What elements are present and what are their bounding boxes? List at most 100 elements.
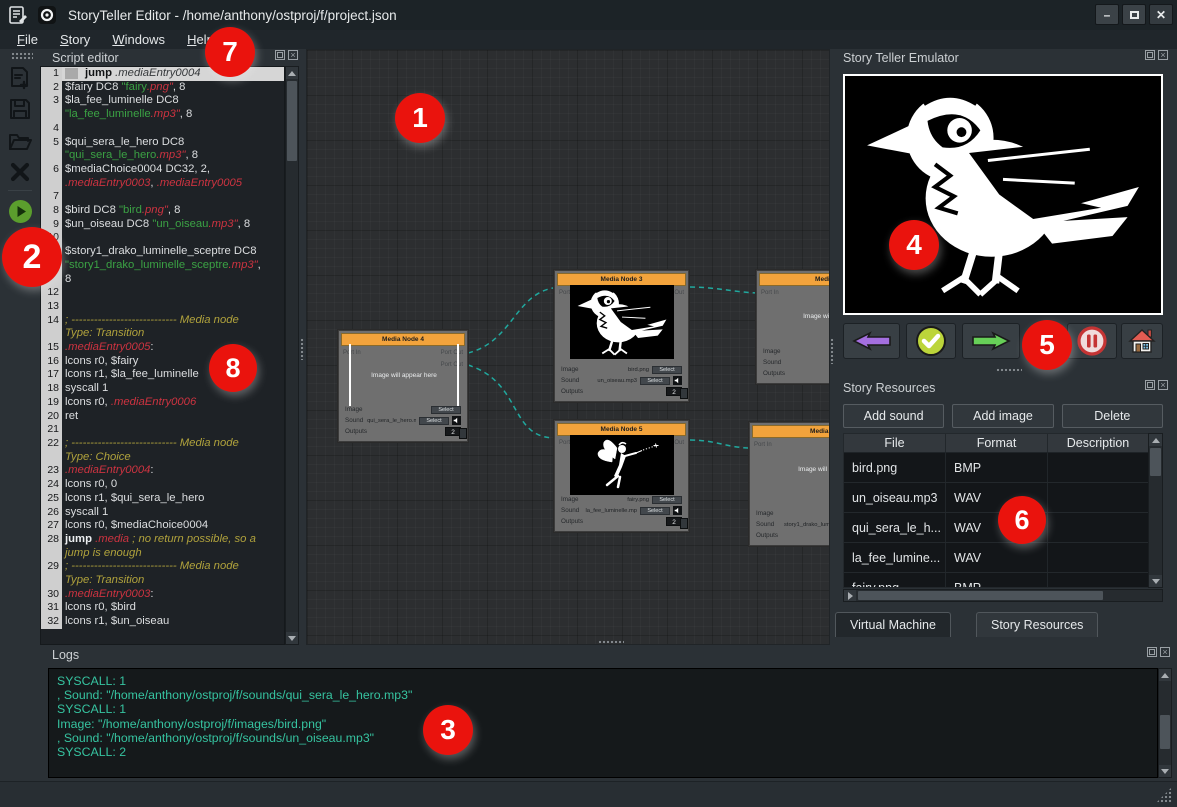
line-number: 22 [41, 437, 62, 464]
select-sound-button[interactable]: Select [640, 377, 670, 385]
select-image-button[interactable]: Select [652, 496, 682, 504]
code-line-21[interactable]: 21 [41, 423, 284, 437]
code-line-5[interactable]: 5$qui_sera_le_hero DC8"qui_sera_le_hero.… [41, 136, 284, 163]
titlebar[interactable]: StoryTeller Editor - /home/anthony/ostpr… [0, 0, 1177, 30]
column-description[interactable]: Description [1048, 434, 1148, 452]
code-line-14[interactable]: 14; ---------------------------- Media n… [41, 314, 284, 341]
resize-grip[interactable] [1156, 787, 1172, 803]
outputs-spinbox[interactable]: 2 [666, 517, 682, 526]
media-node-6[interactable]: Media Node 6 Port In Image will appear h… [749, 422, 830, 546]
close-panel-icon[interactable]: × [1158, 380, 1168, 390]
splitter-handle[interactable] [598, 640, 624, 645]
select-sound-button[interactable]: Select [640, 507, 670, 515]
code-line-28[interactable]: 28jump .media ; no return possible, so a… [41, 533, 284, 560]
toolbar-drag-handle[interactable] [11, 52, 33, 60]
code-line-27[interactable]: 27lcons r0, $mediaChoice0004 [41, 519, 284, 533]
emulator-bird-image [852, 81, 1154, 308]
annotation-badge-1: 1 [395, 93, 445, 143]
image-placeholder: Image will appear here [762, 436, 830, 502]
code-line-31[interactable]: 31lcons r0, $bird [41, 601, 284, 615]
table-row[interactable]: la_fee_lumine...WAV [844, 543, 1162, 573]
code-line-4[interactable]: 4 [41, 122, 284, 136]
editor-scrollbar[interactable] [285, 66, 299, 645]
logs-header: Logs × [40, 646, 1172, 663]
code-line-3[interactable]: 3$la_fee_luminelle DC8"la_fee_luminelle.… [41, 94, 284, 121]
resources-buttons: Add sound Add image Delete [843, 404, 1163, 428]
code-line-32[interactable]: 32lcons r1, $un_oiseau [41, 615, 284, 629]
menu-windows[interactable]: Windows [103, 32, 174, 47]
table-hscrollbar[interactable] [843, 589, 1163, 602]
code-line-24[interactable]: 24lcons r0, 0 [41, 478, 284, 492]
table-row[interactable]: bird.pngBMP [844, 453, 1162, 483]
speaker-icon[interactable] [452, 416, 461, 425]
tab-story-resources[interactable]: Story Resources [976, 612, 1098, 637]
code-line-9[interactable]: 9$un_oiseau DC8 "un_oiseau.mp3", 8 [41, 218, 284, 232]
code-line-29[interactable]: 29; ---------------------------- Media n… [41, 560, 284, 587]
close-panel-icon[interactable]: × [1158, 50, 1168, 60]
splitter-handle[interactable] [300, 338, 305, 360]
line-number: 21 [41, 423, 62, 437]
run-button[interactable] [7, 198, 33, 224]
code-line-20[interactable]: 20ret [41, 410, 284, 424]
code-line-6[interactable]: 6$mediaChoice0004 DC32, 2,.mediaEntry000… [41, 163, 284, 190]
add-sound-button[interactable]: Add sound [843, 404, 944, 428]
menu-file[interactable]: File [8, 32, 47, 47]
splitter-handle[interactable] [830, 338, 835, 364]
column-format[interactable]: Format [946, 434, 1048, 452]
table-row[interactable]: fairy.pngBMP [844, 573, 1162, 588]
close-panel-icon[interactable]: × [288, 50, 298, 60]
home-button[interactable] [1121, 323, 1163, 359]
table-vscrollbar[interactable] [1148, 433, 1163, 588]
logs-scrollbar[interactable] [1158, 668, 1172, 778]
splitter-handle[interactable] [996, 368, 1022, 373]
code-line-23[interactable]: 23.mediaEntry0004: [41, 464, 284, 478]
save-button[interactable] [7, 96, 33, 122]
select-image-button[interactable]: Select [652, 366, 682, 374]
close-project-button[interactable] [7, 159, 33, 185]
media-node-4[interactable]: Media Node 4 Port In Port Out Port Out I… [338, 330, 468, 442]
node-graph-canvas[interactable]: Media Node 4 Port In Port Out Port Out I… [306, 49, 830, 645]
delete-button[interactable]: Delete [1062, 404, 1163, 428]
back-button[interactable] [843, 323, 900, 359]
next-button[interactable] [962, 323, 1020, 359]
code-line-8[interactable]: 8$bird DC8 "bird.png", 8 [41, 204, 284, 218]
outputs-spinbox[interactable]: 2 [666, 387, 682, 396]
logs-output[interactable]: SYSCALL: 1, Sound: "/home/anthony/ostpro… [48, 668, 1158, 778]
close-panel-icon[interactable]: × [1160, 647, 1170, 657]
minimize-button[interactable]: – [1095, 4, 1119, 25]
menu-story[interactable]: Story [51, 32, 99, 47]
code-line-7[interactable]: 7 [41, 190, 284, 204]
code-line-25[interactable]: 25lcons r1, $qui_sera_le_hero [41, 492, 284, 506]
pause-button[interactable] [1067, 323, 1117, 359]
maximize-button[interactable] [1122, 4, 1146, 25]
column-file[interactable]: File [844, 434, 946, 452]
tab-virtual-machine[interactable]: Virtual Machine [835, 612, 951, 637]
add-image-button[interactable]: Add image [952, 404, 1053, 428]
code-line-30[interactable]: 30.mediaEntry0003: [41, 588, 284, 602]
code-line-10[interactable]: 10 [41, 231, 284, 245]
select-sound-button[interactable]: Select [419, 417, 449, 425]
table-header[interactable]: File Format Description [844, 434, 1162, 453]
code-line-19[interactable]: 19lcons r0, .mediaEntry0006 [41, 396, 284, 410]
code-line-12[interactable]: 12 [41, 286, 284, 300]
speaker-icon[interactable] [673, 506, 682, 515]
speaker-icon[interactable] [673, 376, 682, 385]
media-node-2[interactable]: Media Node 2 Port In Image will appear h… [756, 270, 830, 384]
outputs-spinbox[interactable]: 2 [445, 427, 461, 436]
float-panel-icon[interactable] [275, 50, 285, 60]
float-panel-icon[interactable] [1145, 50, 1155, 60]
code-line-26[interactable]: 26syscall 1 [41, 506, 284, 520]
new-file-button[interactable] [7, 65, 33, 91]
open-button[interactable] [7, 129, 33, 155]
close-button[interactable]: ✕ [1149, 4, 1173, 25]
code-line-11[interactable]: 11$story1_drako_luminelle_sceptre DC8"st… [41, 245, 284, 286]
ok-button[interactable] [906, 323, 956, 359]
code-line-22[interactable]: 22; ---------------------------- Media n… [41, 437, 284, 464]
media-node-5[interactable]: Media Node 5 Port In Port Out Image fair… [554, 420, 689, 532]
code-line-13[interactable]: 13 [41, 300, 284, 314]
code-line-2[interactable]: 2$fairy DC8 "fairy.png", 8 [41, 81, 284, 95]
float-panel-icon[interactable] [1145, 380, 1155, 390]
float-panel-icon[interactable] [1147, 647, 1157, 657]
media-node-3[interactable]: Media Node 3 Port In Port Out Image bird… [554, 270, 689, 402]
select-image-button[interactable]: Select [431, 406, 461, 414]
